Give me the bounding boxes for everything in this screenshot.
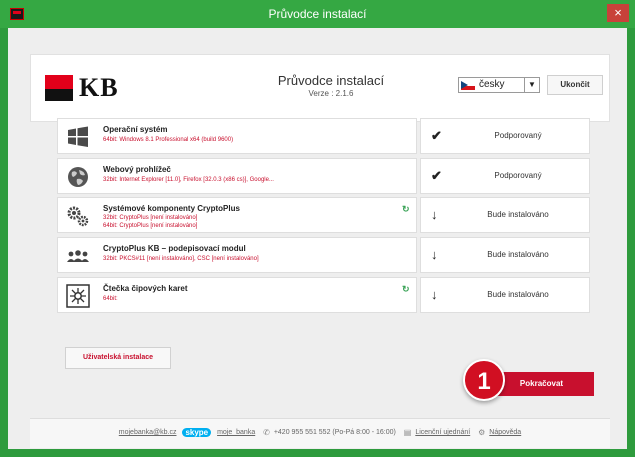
row-title: Systémové komponenty CryptoPlus [103,204,240,213]
logo-black-block [45,89,73,101]
page-title: Průvodce instalací [277,73,385,88]
row-title: Operační systém [103,125,168,134]
row-detail: 64bit: CryptoPlus [není instalováno] [103,223,198,229]
phone-number: +420 955 551 552 (Po-Pá 8:00 - 16:00) [273,429,396,436]
kb-logo: KB [45,73,165,103]
installer-window: Průvodce instalací × KB Průvodce instala… [0,0,635,457]
license-link[interactable]: Licenční ujednání [415,429,470,436]
language-value: česky [479,79,505,90]
status-os: ✔ Podporovaný [420,118,590,154]
status-text: Bude instalováno [487,250,549,259]
row-detail: 32bit: CryptoPlus [není instalováno] [103,215,198,221]
row-detail: 32bit: Internet Explorer [11.0], Firefox… [103,177,274,183]
logo-text: KB [79,73,119,102]
step-badge: 1 [463,359,505,401]
download-arrow-icon: ↓ [431,287,438,302]
chevron-down-icon[interactable]: ▼ [524,78,539,92]
header-panel: KB Průvodce instalací Verze : 2.1.6 česk… [30,54,610,122]
row-detail: 64bit: [103,296,118,302]
refresh-icon[interactable]: ↻ [402,204,410,215]
status-browser: ✔ Podporovaný [420,158,590,194]
globe-icon [66,165,90,189]
status-components: ↓ Bude instalováno [420,197,590,233]
phone-icon: ✆ [263,428,270,437]
help-link[interactable]: Nápověda [489,429,521,436]
row-title: Webový prohlížeč [103,165,171,174]
skype-logo: skype [182,428,212,437]
status-text: Podporovaný [494,131,542,140]
czech-flag-icon [461,81,475,90]
row-title: CryptoPlus KB – podepisovací modul [103,244,246,253]
status-text: Podporovaný [494,171,542,180]
skype-link[interactable]: moje_banka [217,429,255,436]
row-detail: 32bit: PKCS#11 [není instalováno], CSC [… [103,256,259,262]
download-arrow-icon: ↓ [431,207,438,222]
footer-contacts: mojebanka@kb.cz skype moje_banka ✆ +420 … [30,428,610,437]
gears-icon [66,204,90,228]
version-label: Verze : 2.1.6 [308,89,354,98]
checkmark-icon: ✔ [431,168,442,183]
status-text: Bude instalováno [487,210,549,219]
users-group-icon [66,244,90,268]
installer-client-area: KB Průvodce instalací Verze : 2.1.6 česk… [8,28,627,449]
windows-logo-icon [66,125,90,149]
requirement-row-signing-module: CryptoPlus KB – podepisovací modul 32bit… [57,237,417,273]
chip-reader-icon [66,284,90,308]
checkmark-icon: ✔ [431,128,442,143]
logo-red-block [45,75,73,89]
email-link[interactable]: mojebanka@kb.cz [119,429,177,436]
end-button[interactable]: Ukončit [547,75,603,95]
status-signing-module: ↓ Bude instalováno [420,237,590,273]
window-title: Průvodce instalací [268,7,367,21]
close-button[interactable]: × [607,4,629,22]
download-arrow-icon: ↓ [431,247,438,262]
continue-button[interactable]: Pokračovat [489,372,594,396]
requirement-row-os: Operační systém 64bit: Windows 8.1 Profe… [57,118,417,154]
custom-install-button[interactable]: Uživatelská instalace [65,347,171,369]
footer: mojebanka@kb.cz skype moje_banka ✆ +420 … [30,418,610,448]
row-title: Čtečka čipových karet [103,284,188,293]
help-icon: ⚙ [478,428,486,437]
refresh-icon[interactable]: ↻ [402,284,410,295]
requirement-row-components: Systémové komponenty CryptoPlus 32bit: C… [57,197,417,233]
requirement-row-card-reader: Čtečka čipových karet 64bit: ↻ [57,277,417,313]
document-icon: ▤ [403,428,412,437]
row-detail: 64bit: Windows 8.1 Professional x64 (bui… [103,137,234,143]
title-bar[interactable]: Průvodce instalací × [0,0,635,28]
requirement-row-browser: Webový prohlížeč 32bit: Internet Explore… [57,158,417,194]
status-text: Bude instalováno [487,290,549,299]
language-select[interactable]: česky ▼ [458,77,540,93]
status-card-reader: ↓ Bude instalováno [420,277,590,313]
